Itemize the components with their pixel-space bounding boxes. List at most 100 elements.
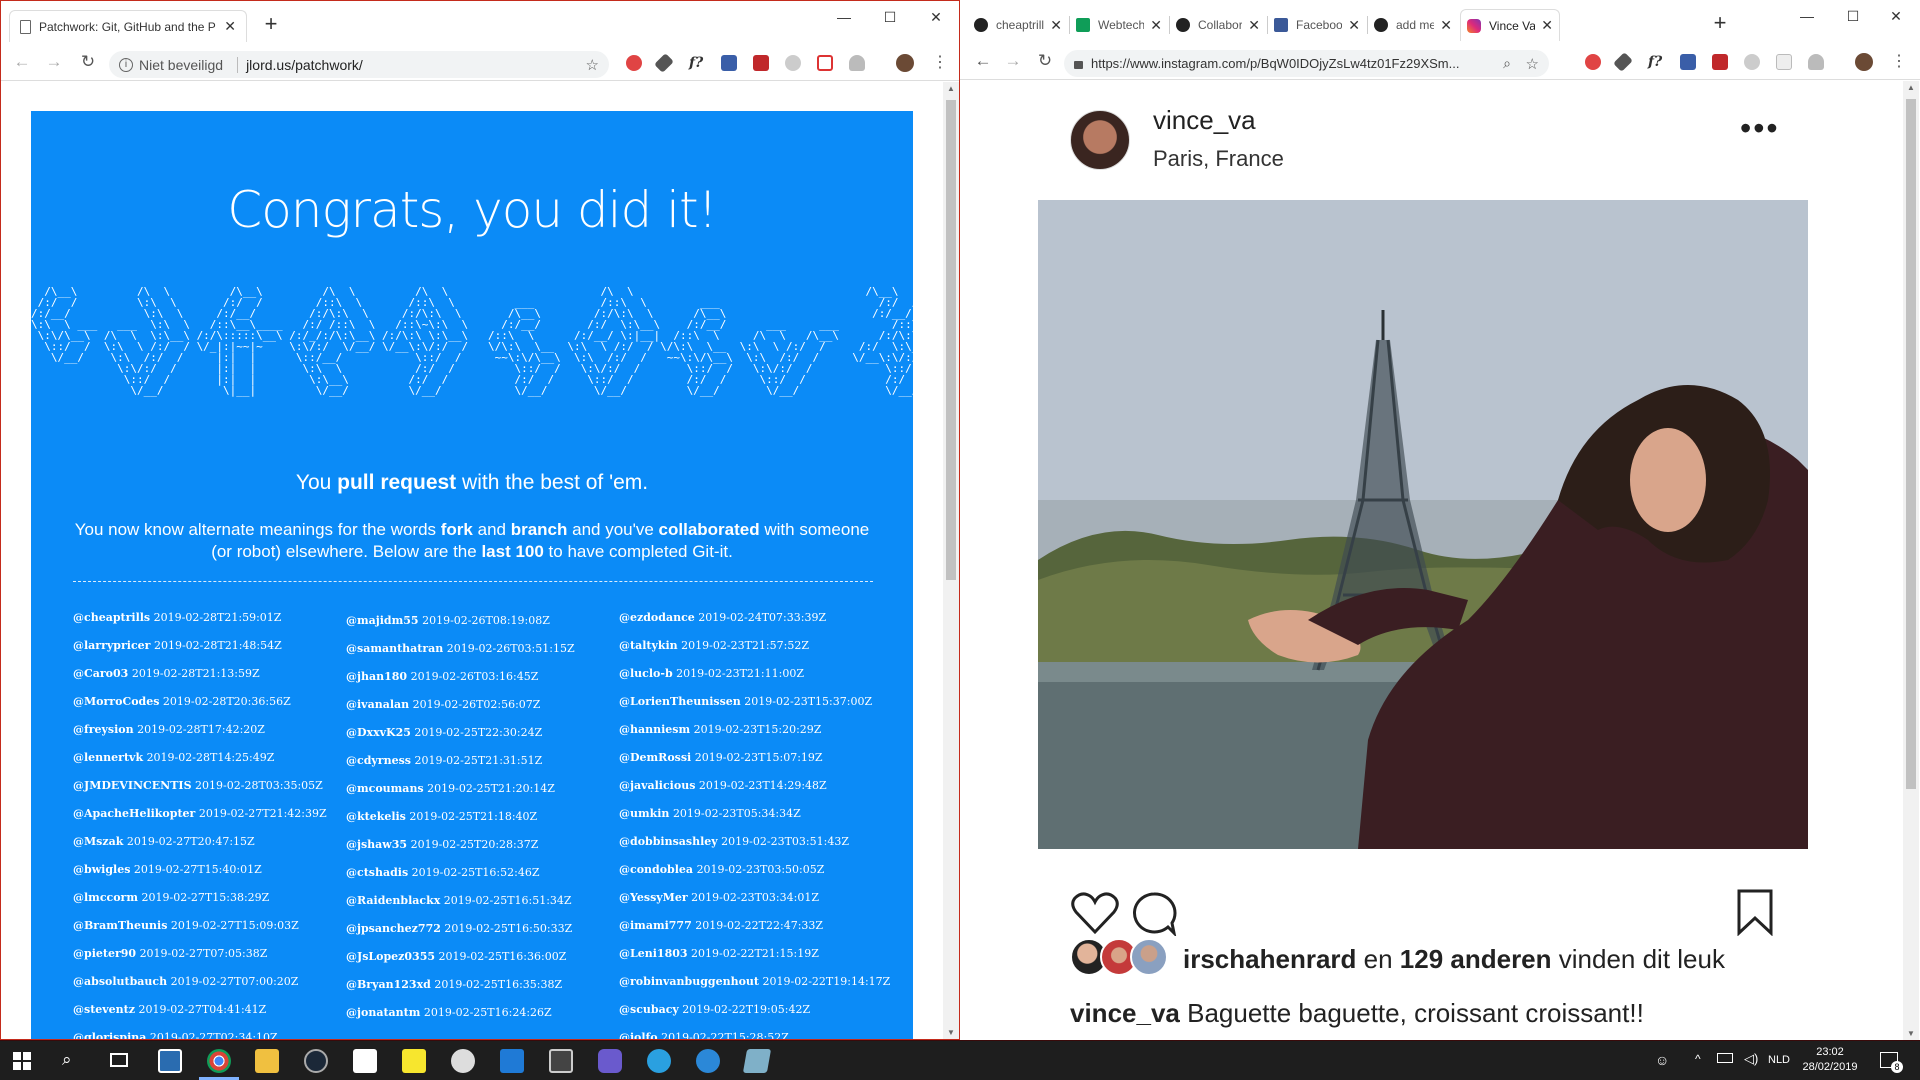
info-icon[interactable]: i bbox=[119, 57, 133, 72]
profile-avatar[interactable] bbox=[896, 54, 914, 72]
people-icon[interactable]: ☺ bbox=[1655, 1052, 1669, 1068]
bookmark-star-icon[interactable]: ☆ bbox=[1526, 55, 1539, 73]
completer-username[interactable]: @scubacy bbox=[619, 1003, 679, 1016]
extension-icon-5[interactable] bbox=[753, 55, 769, 71]
completer-username[interactable]: @mcoumans bbox=[346, 782, 424, 795]
completer-username[interactable]: @JMDEVINCENTIS bbox=[73, 779, 192, 792]
completer-username[interactable]: @ApacheHelikopter bbox=[73, 807, 195, 820]
completer-username[interactable]: @hanniesm bbox=[619, 723, 690, 736]
completer-username[interactable]: @Bryan123xd bbox=[346, 978, 431, 991]
completer-username[interactable]: @robinvanbuggenhout bbox=[619, 975, 759, 988]
completer-username[interactable]: @condoblea bbox=[619, 863, 693, 876]
language-indicator[interactable]: NLD bbox=[1768, 1054, 1790, 1066]
extension-icon-6[interactable] bbox=[785, 55, 801, 71]
close-window-button[interactable]: ✕ bbox=[913, 3, 959, 31]
github-desktop-icon[interactable] bbox=[451, 1049, 475, 1073]
completer-username[interactable]: @taltykin bbox=[619, 639, 678, 652]
completer-username[interactable]: @Leni1803 bbox=[619, 947, 688, 960]
show-hidden-icons[interactable]: ^ bbox=[1695, 1052, 1701, 1066]
back-button[interactable]: ← bbox=[972, 51, 994, 71]
maximize-button[interactable]: ☐ bbox=[1830, 2, 1876, 30]
completer-username[interactable]: @luclo-b bbox=[619, 667, 673, 680]
close-tab-icon[interactable]: ✕ bbox=[1348, 17, 1360, 34]
completer-username[interactable]: @lmccorm bbox=[73, 891, 138, 904]
profile-avatar[interactable] bbox=[1855, 53, 1873, 71]
completer-username[interactable]: @imami777 bbox=[619, 919, 692, 932]
completer-username[interactable]: @lennertvk bbox=[73, 751, 143, 764]
steam-app-icon[interactable] bbox=[304, 1049, 328, 1073]
close-tab-icon[interactable]: ✕ bbox=[1150, 17, 1162, 34]
notification-center-icon[interactable]: 8 bbox=[1880, 1052, 1903, 1073]
file-explorer-icon[interactable] bbox=[255, 1049, 279, 1073]
completer-username[interactable]: @jhan180 bbox=[346, 670, 407, 683]
completer-username[interactable]: @DemRossi bbox=[619, 751, 691, 764]
completer-username[interactable]: @umkin bbox=[619, 807, 669, 820]
tab-patchwork[interactable]: Patchwork: Git, GitHub and the P ✕ bbox=[9, 10, 247, 42]
save-bookmark-icon[interactable] bbox=[1735, 888, 1775, 936]
completer-username[interactable]: @JsLopez0355 bbox=[346, 950, 435, 963]
volume-icon[interactable]: ◁) bbox=[1744, 1051, 1758, 1067]
close-window-button[interactable]: ✕ bbox=[1876, 2, 1916, 30]
liker-avatar[interactable] bbox=[1130, 938, 1168, 976]
completer-username[interactable]: @pieter90 bbox=[73, 947, 136, 960]
close-tab-icon[interactable]: ✕ bbox=[1248, 17, 1260, 34]
completer-username[interactable]: @LorienTheunissen bbox=[619, 695, 741, 708]
teamviewer-app-icon[interactable] bbox=[647, 1049, 671, 1073]
reload-button[interactable]: ↻ bbox=[1034, 51, 1056, 71]
address-bar[interactable]: https://www.instagram.com/p/BqW0IDOjyZsL… bbox=[1064, 50, 1549, 77]
left-scrollbar[interactable]: ▲ ▼ bbox=[943, 82, 959, 1039]
extension-icon-8[interactable] bbox=[1808, 54, 1824, 70]
battery-icon[interactable] bbox=[1717, 1053, 1733, 1063]
completer-username[interactable]: @jolfo bbox=[619, 1031, 658, 1039]
messenger-app-icon[interactable] bbox=[598, 1049, 622, 1073]
completer-username[interactable]: @Caro03 bbox=[73, 667, 128, 680]
extension-icon-4[interactable] bbox=[1680, 54, 1696, 70]
completer-username[interactable]: @cheaptrills bbox=[73, 611, 150, 624]
tab-add-me-by[interactable]: add me by ✕ bbox=[1368, 9, 1458, 41]
post-location[interactable]: Paris, France bbox=[1153, 146, 1284, 172]
app-icon-notes[interactable] bbox=[742, 1049, 772, 1073]
comment-icon[interactable] bbox=[1130, 890, 1178, 936]
close-tab-icon[interactable]: ✕ bbox=[224, 18, 236, 35]
post-username[interactable]: vince_va bbox=[1153, 105, 1256, 136]
extension-icon-2[interactable] bbox=[654, 53, 674, 73]
completer-username[interactable]: @freysion bbox=[73, 723, 134, 736]
right-scrollbar[interactable]: ▲ ▼ bbox=[1903, 81, 1919, 1040]
extension-icon-7[interactable] bbox=[1776, 54, 1792, 70]
new-tab-button[interactable]: + bbox=[1706, 10, 1734, 36]
extension-icon-3[interactable]: f? bbox=[689, 55, 705, 71]
close-tab-icon[interactable]: ✕ bbox=[1440, 17, 1452, 34]
tab-facebook[interactable]: Facebook ✕ bbox=[1268, 9, 1366, 41]
completer-username[interactable]: @larrypricer bbox=[73, 639, 150, 652]
scroll-up-arrow-icon[interactable]: ▲ bbox=[1903, 83, 1919, 92]
completer-username[interactable]: @absolutbauch bbox=[73, 975, 167, 988]
tab-webtech-3[interactable]: Webtech 3 ✕ bbox=[1070, 9, 1168, 41]
menu-kebab-icon[interactable]: ⋮ bbox=[1888, 51, 1910, 71]
extension-icon-8[interactable] bbox=[849, 55, 865, 71]
calculator-app-icon[interactable] bbox=[549, 1049, 573, 1073]
completer-username[interactable]: @majidm55 bbox=[346, 614, 419, 627]
close-tab-icon[interactable]: ✕ bbox=[1050, 17, 1062, 34]
scroll-thumb[interactable] bbox=[946, 100, 956, 580]
tab-collaborat[interactable]: Collaborat ✕ bbox=[1170, 9, 1266, 41]
zoom-icon[interactable]: ⌕ bbox=[1503, 55, 1511, 72]
completer-username[interactable]: @javalicious bbox=[619, 779, 695, 792]
extension-icon-3[interactable]: f? bbox=[1648, 54, 1664, 70]
forward-button[interactable]: → bbox=[1002, 51, 1024, 71]
close-tab-icon[interactable]: ✕ bbox=[1541, 17, 1553, 34]
maximize-button[interactable]: ☐ bbox=[867, 3, 913, 31]
reload-button[interactable]: ↻ bbox=[77, 52, 99, 72]
chrome-app-icon[interactable] bbox=[207, 1049, 231, 1073]
scroll-down-arrow-icon[interactable]: ▼ bbox=[1903, 1029, 1919, 1038]
extension-icon-7[interactable] bbox=[817, 55, 833, 71]
like-heart-icon[interactable] bbox=[1070, 890, 1120, 936]
back-button[interactable]: ← bbox=[11, 52, 33, 72]
completer-username[interactable]: @DxxvK25 bbox=[346, 726, 411, 739]
minimize-button[interactable]: — bbox=[821, 3, 867, 31]
completer-username[interactable]: @ezdodance bbox=[619, 611, 695, 624]
post-avatar[interactable] bbox=[1070, 110, 1130, 170]
completer-username[interactable]: @Raidenblackx bbox=[346, 894, 440, 907]
completer-username[interactable]: @ktekelis bbox=[346, 810, 406, 823]
completer-username[interactable]: @BramTheunis bbox=[73, 919, 167, 932]
app-icon-blue[interactable] bbox=[696, 1049, 720, 1073]
